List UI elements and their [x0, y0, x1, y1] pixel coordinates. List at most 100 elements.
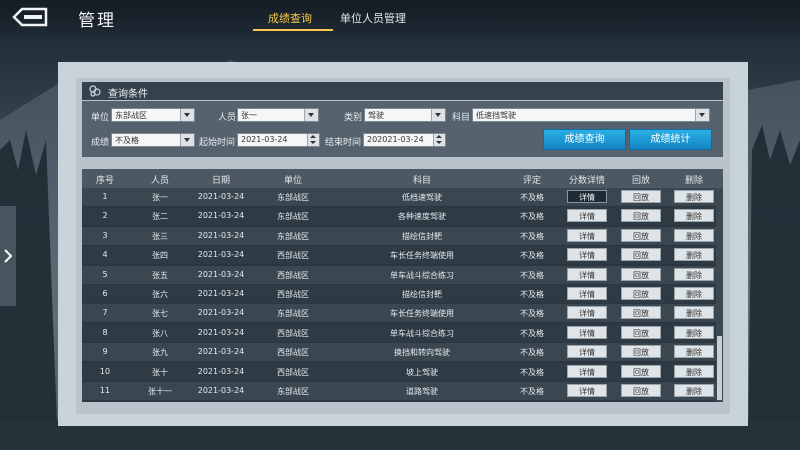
delete-button[interactable]: 删除 — [674, 228, 714, 242]
detail-button[interactable]: 详情 — [567, 190, 607, 203]
result-select-value: 不及格 — [115, 136, 139, 145]
cell-unit: 东部战区 — [277, 231, 309, 241]
cell-date: 2021-03-24 — [197, 269, 245, 279]
delete-button[interactable]: 删除 — [674, 325, 714, 339]
start-time-value: 2021-03-24 — [241, 135, 288, 144]
detail-button[interactable]: 详情 — [567, 325, 607, 339]
cell-person: 张九 — [152, 348, 168, 358]
spinner-icon[interactable] — [433, 134, 445, 146]
end-time-value: 202021-03-24 — [367, 135, 424, 144]
detail-button[interactable]: 详情 — [567, 287, 607, 300]
replay-button[interactable]: 回放 — [621, 267, 661, 281]
delete-button[interactable]: 删除 — [674, 384, 714, 397]
replay-button[interactable]: 回放 — [621, 384, 661, 397]
end-time-input[interactable]: 202021-03-24 — [363, 133, 446, 147]
cell-date: 2021-03-24 — [197, 250, 245, 260]
cell-date: 2021-03-24 — [197, 211, 245, 221]
cell-subject: 换挡和转向驾驶 — [394, 348, 450, 358]
delete-button[interactable]: 删除 — [674, 364, 714, 378]
replay-button[interactable]: 回放 — [621, 190, 661, 203]
replay-button[interactable]: 回放 — [621, 228, 661, 242]
person-label: 人员 — [218, 113, 237, 123]
query-section-title: 查询条件 — [108, 89, 148, 100]
cell-date: 2021-03-24 — [197, 192, 245, 201]
scrollbar-thumb[interactable] — [717, 336, 722, 400]
cell-no: 3 — [102, 230, 108, 240]
table-row: 3 张三 2021-03-24 东部战区 描绘信封靶 不及格 详情 回放 删除 — [82, 226, 723, 245]
cell-grade: 不及格 — [520, 387, 544, 396]
cell-no: 6 — [102, 289, 108, 298]
cell-no: 11 — [99, 386, 111, 395]
spinner-icon[interactable] — [307, 134, 319, 146]
replay-button[interactable]: 回放 — [621, 325, 661, 339]
cell-subject: 车长任务终端使用 — [390, 309, 454, 319]
replay-button[interactable]: 回放 — [621, 248, 661, 262]
cell-no: 1 — [102, 192, 108, 201]
result-select[interactable]: 不及格 — [111, 133, 195, 147]
table-row: 10 张十 2021-03-24 西部战区 坡上驾驶 不及格 详情 回放 删除 — [82, 362, 723, 381]
replay-button[interactable]: 回放 — [621, 345, 661, 359]
detail-button[interactable]: 详情 — [567, 228, 607, 242]
side-expand-tab[interactable] — [0, 206, 16, 306]
cell-grade: 不及格 — [520, 212, 544, 222]
delete-button[interactable]: 删除 — [674, 190, 714, 203]
delete-button[interactable]: 删除 — [674, 306, 714, 320]
unit-label: 单位 — [91, 113, 110, 123]
delete-button[interactable]: 删除 — [674, 209, 714, 223]
detail-button[interactable]: 详情 — [567, 345, 607, 359]
subject-select-value: 低速挡驾驶 — [476, 111, 516, 120]
subject-select[interactable]: 低速挡驾驶 — [472, 108, 710, 122]
end-time-label: 结束时间 — [325, 138, 362, 148]
replay-button[interactable]: 回放 — [621, 306, 661, 320]
category-select[interactable]: 驾驶 — [364, 108, 446, 122]
score-query-button[interactable]: 成绩查询 — [543, 129, 626, 150]
cell-unit: 西部战区 — [277, 251, 309, 261]
cell-unit: 东部战区 — [277, 193, 309, 202]
chevron-right-icon — [4, 249, 13, 263]
cell-subject: 道路驾驶 — [406, 387, 438, 396]
cell-grade: 不及格 — [520, 290, 544, 299]
unit-select[interactable]: 东部战区 — [111, 108, 195, 122]
table-row: 8 张八 2021-03-24 西部战区 单车战斗综合练习 不及格 详情 回放 删除 — [82, 323, 723, 342]
detail-button[interactable]: 详情 — [567, 248, 607, 262]
cell-date: 2021-03-24 — [197, 327, 245, 337]
replay-button[interactable]: 回放 — [621, 364, 661, 378]
col-header-date: 日期 — [211, 176, 230, 186]
category-select-value: 驾驶 — [368, 111, 384, 120]
person-select-value: 张一 — [241, 111, 257, 120]
score-stats-button[interactable]: 成绩统计 — [629, 129, 712, 150]
replay-button[interactable]: 回放 — [621, 287, 661, 300]
detail-button[interactable]: 详情 — [567, 267, 607, 281]
person-select[interactable]: 张一 — [237, 108, 319, 122]
cell-date: 2021-03-24 — [197, 366, 245, 376]
detail-button[interactable]: 详情 — [567, 384, 607, 397]
cell-person: 张三 — [152, 231, 168, 241]
detail-button[interactable]: 详情 — [567, 209, 607, 223]
table-row: 7 张七 2021-03-24 东部战区 车长任务终端使用 不及格 详情 回放 删除 — [82, 304, 723, 323]
detail-button[interactable]: 详情 — [567, 306, 607, 320]
cell-grade: 不及格 — [520, 328, 544, 338]
page-title: 管理 — [78, 11, 116, 31]
table-row: 1 张一 2021-03-24 东部战区 低档速驾驶 不及格 详情 回放 删除 — [82, 188, 723, 206]
col-header-replay: 回放 — [631, 176, 650, 186]
delete-button[interactable]: 删除 — [674, 267, 714, 281]
start-time-input[interactable]: 2021-03-24 — [237, 133, 320, 147]
tab-score-query[interactable]: 成绩查询 — [268, 10, 312, 26]
delete-button[interactable]: 删除 — [674, 345, 714, 359]
cell-person: 张十 — [152, 367, 168, 377]
detail-button[interactable]: 详情 — [567, 364, 607, 378]
cell-no: 10 — [99, 366, 111, 376]
delete-button[interactable]: 删除 — [674, 287, 714, 300]
cell-no: 7 — [102, 308, 108, 318]
tab-unit-personnel[interactable]: 单位人员管理 — [340, 10, 406, 26]
cell-person: 张五 — [152, 270, 168, 280]
cell-grade: 不及格 — [520, 367, 544, 377]
cell-subject: 描绘信封靶 — [402, 231, 442, 241]
unit-select-value: 东部战区 — [115, 111, 147, 120]
cell-no: 2 — [102, 211, 108, 221]
replay-button[interactable]: 回放 — [621, 209, 661, 223]
delete-button[interactable]: 删除 — [674, 248, 714, 262]
cell-grade: 不及格 — [520, 309, 544, 319]
cell-subject: 单车战斗综合练习 — [390, 270, 454, 280]
back-arrow-icon[interactable] — [12, 6, 48, 28]
